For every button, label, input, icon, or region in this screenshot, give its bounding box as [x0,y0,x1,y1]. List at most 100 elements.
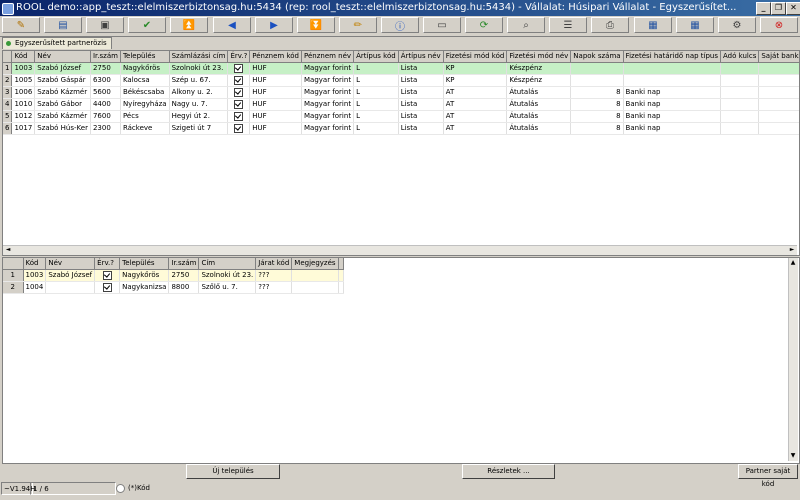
valid-checkbox[interactable] [234,123,244,133]
partner-cell[interactable]: Nyíregyháza [120,98,170,111]
grid-button[interactable]: ▦ [634,17,672,33]
partner-cell[interactable]: HUF [249,62,302,75]
partner-cell[interactable] [623,62,722,75]
settlement-cell[interactable]: ??? [255,281,293,294]
partner-row[interactable]: 1 1003 Szabó József 2750 Nagykőrös Szolnoki ú… [3,62,799,75]
settlement-header-0[interactable]: Kód [23,258,47,270]
partner-cell[interactable]: Szolnoki út 23. [169,62,229,75]
partner-header-14[interactable]: Adó kulcs [720,51,760,63]
partner-header-12[interactable]: Napok száma [570,51,624,63]
partner-cell[interactable]: Banki nap [623,98,722,111]
partner-cell[interactable] [758,122,799,135]
partner-header-9[interactable]: Ártípus név [398,51,444,63]
valid-checkbox[interactable] [234,111,244,121]
row-number[interactable]: 5 [3,110,13,123]
partner-cell[interactable]: Magyar forint [301,122,355,135]
partner-cell[interactable] [227,98,251,111]
partner-cell[interactable]: L [353,86,399,99]
restore-button[interactable]: ❐ [771,2,786,15]
partner-cell[interactable]: HUF [249,98,302,111]
partner-cell[interactable]: Magyar forint [301,86,355,99]
settlement-cell[interactable]: 8800 [168,281,200,294]
partner-cell[interactable]: Banki nap [623,122,722,135]
partner-cell[interactable]: 1010 [11,98,36,111]
partner-cell[interactable]: Ráckeve [120,122,170,135]
partner-cell[interactable]: KP [443,62,508,75]
valid-checkbox[interactable] [234,99,244,109]
partner-header-4[interactable]: Számlázási cím [169,51,229,63]
partner-cell[interactable]: HUF [249,110,302,123]
partner-cell[interactable]: HUF [249,74,302,87]
settlement-header-7[interactable]: Megjegyzés [291,258,339,270]
partner-cell[interactable]: L [353,98,399,111]
first-record-button[interactable]: ⏫ [170,17,208,33]
partner-cell[interactable] [227,122,251,135]
window-button[interactable]: ▭ [423,17,461,33]
partner-cell[interactable]: AT [443,122,508,135]
check-button[interactable]: ✔ [128,17,166,33]
partner-cell[interactable]: Lista [398,62,444,75]
partner-cell[interactable] [720,74,760,87]
partner-cell[interactable] [758,110,799,123]
open-folder-button[interactable]: ▤ [44,17,82,33]
partner-cell[interactable]: Szigeti út 7 [169,122,229,135]
settlement-cell[interactable] [94,269,121,282]
valid-checkbox[interactable] [234,87,244,97]
partner-cell[interactable]: 8 [570,86,624,99]
partner-row[interactable]: 5 1012 Szabó Kázmér 7600 Pécs Hegyi út 2. HUF M… [3,110,799,123]
partner-cell[interactable] [758,74,799,87]
partner-header-6[interactable]: Pénznem kód [249,51,302,63]
partner-cell[interactable]: Alkony u. 2. [169,86,229,99]
settings-button[interactable]: ⚙ [718,17,756,33]
settlement-cell[interactable] [291,269,339,282]
partner-cell[interactable]: 1017 [11,122,36,135]
partner-row[interactable]: 4 1010 Szabó Gábor 4400 Nyíregyháza Nagy u. 7… [3,98,799,111]
settlement-cell[interactable]: Nagykőrös [119,269,170,282]
new-settlement-button[interactable]: Új település [186,464,280,479]
partner-cell[interactable]: Készpénz [506,74,572,87]
partner-cell[interactable]: Szabó Hús-Ker [34,122,91,135]
partner-cell[interactable]: 1006 [11,86,36,99]
partner-cell[interactable]: Békéscsaba [120,86,170,99]
row-number[interactable]: 2 [3,281,24,294]
scroll-right-icon[interactable]: ► [788,246,796,254]
settlement-grid[interactable]: Kód Név Érv.? Település Ir.szám Cím Járat kód M… [2,257,800,464]
partner-cell[interactable]: Lista [398,74,444,87]
table-button[interactable]: ☰ [549,17,587,33]
exit-button[interactable]: ⊗ [760,17,798,33]
partner-cell[interactable]: Pécs [120,110,170,123]
settlement-row[interactable]: 1 1003 Szabó József Nagykőrös 2750 Szolnoki ú… [3,269,344,282]
partner-cell[interactable]: Szép u. 67. [169,74,229,87]
partner-header-10[interactable]: Fizetési mód kód [443,51,508,63]
details-button[interactable]: Részletek ... [462,464,555,479]
partner-cell[interactable] [720,86,760,99]
valid-checkbox[interactable] [102,282,112,292]
partner-cell[interactable]: Lista [398,110,444,123]
partner-header-5[interactable]: Érv.? [227,51,251,63]
partner-cell[interactable]: 1005 [11,74,36,87]
partner-cell[interactable]: KP [443,74,508,87]
partner-header-0[interactable]: Kód [11,51,36,63]
partner-header-3[interactable]: Település [120,51,170,63]
partner-cell[interactable]: Lista [398,86,444,99]
mode-radio[interactable] [116,484,125,493]
partner-cell[interactable]: Lista [398,98,444,111]
partner-cell[interactable]: 1012 [11,110,36,123]
partner-header-15[interactable]: Saját bankszámla [758,51,799,63]
partner-cell[interactable]: 6300 [90,74,121,87]
partner-row[interactable]: 6 1017 Szabó Hús-Ker 2300 Ráckeve Szigeti út … [3,122,799,135]
settlement-header-6[interactable]: Járat kód [255,258,293,270]
row-number[interactable]: 3 [3,86,13,99]
row-number[interactable]: 2 [3,74,13,87]
partner-cell[interactable]: 7600 [90,110,121,123]
partner-cell[interactable]: Nagykőrös [120,62,170,75]
partner-cell[interactable]: L [353,122,399,135]
partner-cell[interactable]: Készpénz [506,62,572,75]
row-number[interactable]: 4 [3,98,13,111]
partner-cell[interactable]: Banki nap [623,86,722,99]
top-horizontal-scrollbar[interactable]: ◄ ► [3,245,797,255]
partner-cell[interactable] [570,74,624,87]
partner-cell[interactable]: Magyar forint [301,62,355,75]
valid-checkbox[interactable] [234,63,244,73]
refresh-button[interactable]: ⟳ [465,17,503,33]
